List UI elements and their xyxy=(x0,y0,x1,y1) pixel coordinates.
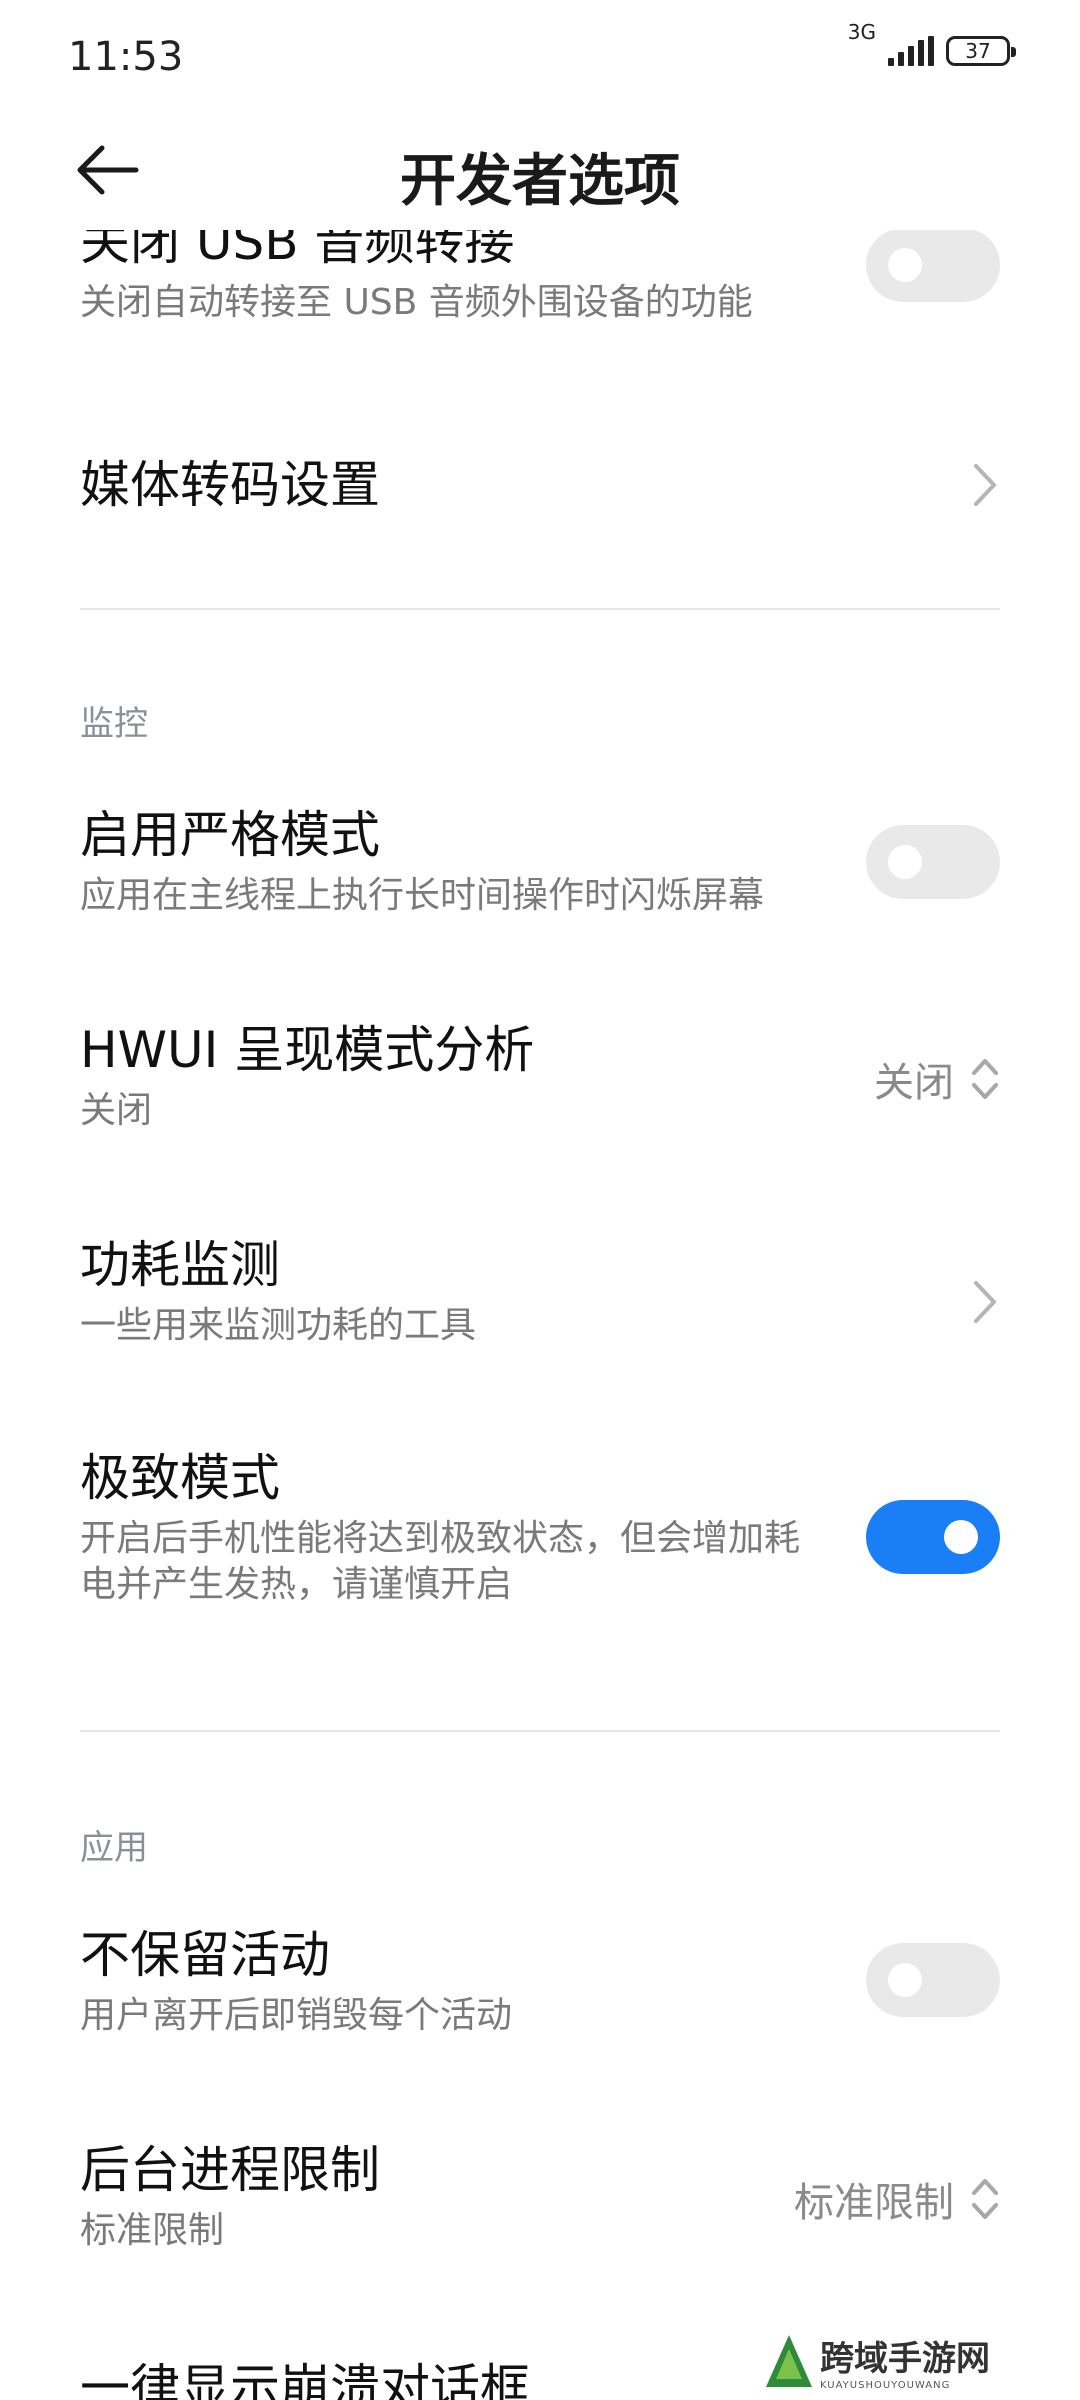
chevron-right-icon xyxy=(974,1281,996,1323)
strict-mode-toggle[interactable] xyxy=(866,825,1000,899)
hwui-value-selector[interactable]: 关闭 xyxy=(874,1050,1000,1108)
setting-extreme-mode[interactable]: 极致模式 开启后手机性能将达到极致状态，但会增加耗 电并产生发热，请谨慎开启 xyxy=(80,1448,1000,1608)
setting-hwui-profiling[interactable]: HWUI 呈现模式分析 关闭 关闭 xyxy=(80,1020,1000,1134)
setting-subtitle: 关闭 xyxy=(80,1090,153,1131)
page-title: 开发者选项 xyxy=(400,149,680,214)
setting-dont-keep-activities[interactable]: 不保留活动 用户离开后即销毁每个活动 xyxy=(80,1925,1000,2039)
watermark-subtext: KUAYUSHOUYOUWANG xyxy=(820,2380,951,2391)
selected-value: 标准限制 xyxy=(794,2180,954,2226)
battery-level: 37 xyxy=(965,39,991,63)
section-header-apps: 应用 xyxy=(80,1828,148,1868)
app-header: 开发者选项 xyxy=(0,120,1080,220)
watermark-text-group: 跨域手游网 KUAYUSHOUYOUWANG xyxy=(820,2331,990,2391)
setting-usb-audio[interactable]: 关闭 USB 音频转接 关闭自动转接至 USB 音频外围设备的功能 xyxy=(80,230,1000,326)
battery-icon: 37 xyxy=(946,36,1016,66)
subtitle-line: 开启后手机性能将达到极致状态，但会增加耗 xyxy=(80,1518,801,1559)
section-divider xyxy=(80,1730,1000,1732)
developer-options-screen: 11:53 3G 37 开发者选项 关闭 USB 音频转接 关闭自动转接至 US… xyxy=(0,0,1080,2400)
setting-title: 极致模式 xyxy=(80,1449,280,1507)
setting-subtitle: 应用在主线程上执行长时间操作时闪烁屏幕 xyxy=(80,875,765,916)
bg-limit-value-selector[interactable]: 标准限制 xyxy=(794,2170,1000,2228)
status-time: 11:53 xyxy=(68,34,184,80)
up-down-arrows-icon xyxy=(972,1059,998,1099)
setting-subtitle: 一些用来监测功耗的工具 xyxy=(80,1305,477,1346)
watermark-logo-icon xyxy=(766,2335,812,2387)
settings-list[interactable]: 关闭 USB 音频转接 关闭自动转接至 USB 音频外围设备的功能 媒体转码设置… xyxy=(0,230,1080,2400)
up-down-arrows-icon xyxy=(972,2179,998,2219)
dont-keep-activities-toggle[interactable] xyxy=(866,1943,1000,2017)
section-header-monitoring: 监控 xyxy=(80,704,148,744)
selected-value: 关闭 xyxy=(874,1060,954,1106)
setting-strict-mode[interactable]: 启用严格模式 应用在主线程上执行长时间操作时闪烁屏幕 xyxy=(80,805,1000,919)
setting-power-monitor[interactable]: 功耗监测 一些用来监测功耗的工具 xyxy=(80,1235,1000,1349)
setting-background-process-limit[interactable]: 后台进程限制 标准限制 标准限制 xyxy=(80,2140,1000,2254)
site-watermark: 跨域手游网 KUAYUSHOUYOUWANG xyxy=(764,2326,1064,2396)
usb-audio-toggle[interactable] xyxy=(866,230,1000,302)
setting-title: 关闭 USB 音频转接 xyxy=(80,230,515,271)
setting-media-transcode[interactable]: 媒体转码设置 xyxy=(80,430,1000,540)
status-indicators: 3G 37 xyxy=(848,20,1016,66)
network-type: 3G xyxy=(847,20,876,44)
setting-subtitle: 开启后手机性能将达到极致状态，但会增加耗 电并产生发热，请谨慎开启 xyxy=(80,1516,840,1608)
extreme-mode-toggle[interactable] xyxy=(866,1500,1000,1574)
setting-title: HWUI 呈现模式分析 xyxy=(80,1021,535,1079)
status-bar: 11:53 3G 37 xyxy=(0,0,1080,110)
setting-subtitle: 关闭自动转接至 USB 音频外围设备的功能 xyxy=(80,282,753,323)
signal-icon xyxy=(888,36,934,66)
section-divider xyxy=(80,608,1000,610)
setting-subtitle: 用户离开后即销毁每个活动 xyxy=(80,1995,513,2036)
setting-title: 不保留活动 xyxy=(80,1926,330,1984)
chevron-right-icon xyxy=(974,464,996,506)
setting-title: 功耗监测 xyxy=(80,1236,280,1294)
watermark-text: 跨域手游网 xyxy=(820,2339,990,2379)
subtitle-line: 电并产生发热，请谨慎开启 xyxy=(80,1564,513,1605)
setting-title: 启用严格模式 xyxy=(80,806,380,864)
setting-title: 媒体转码设置 xyxy=(80,456,380,514)
